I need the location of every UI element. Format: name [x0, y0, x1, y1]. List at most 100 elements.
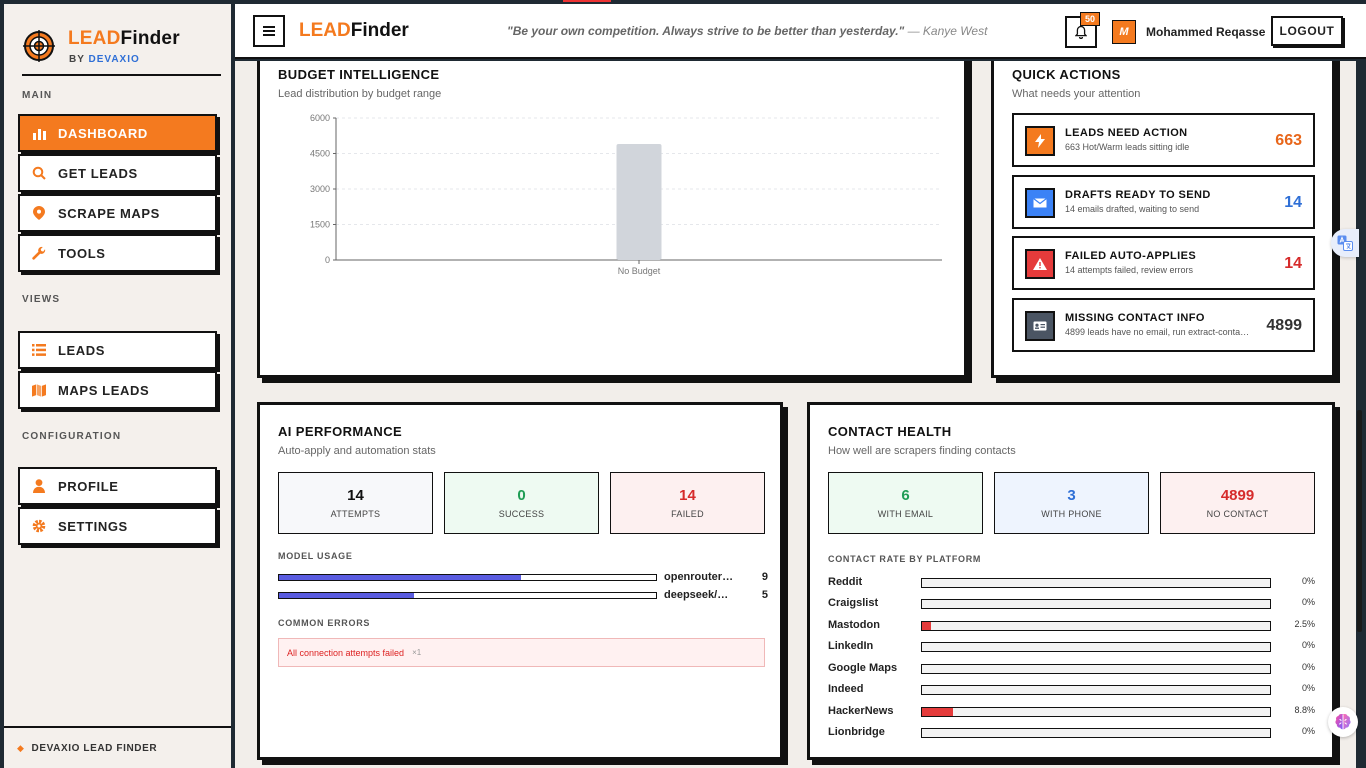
quick-action-desc: 14 emails drafted, waiting to send [1065, 204, 1200, 214]
quick-actions-card: QUICK ACTIONS What needs your attention … [991, 61, 1335, 378]
rate-pct: 0% [1301, 597, 1315, 607]
platform-name: HackerNews [828, 705, 894, 717]
sidebar-item-settings[interactable]: SETTINGS [18, 507, 217, 545]
user-name[interactable]: Mohammed Reqasse [1146, 25, 1265, 39]
error-item: All connection attempts failed ×1 [278, 638, 765, 667]
logout-button[interactable]: LOGOUT [1271, 16, 1343, 46]
contact-health-card: CONTACT HEALTH How well are scrapers fin… [807, 402, 1335, 760]
sidebar-item-dashboard[interactable]: DASHBOARD [18, 114, 217, 152]
quick-action-missing-contact[interactable]: MISSING CONTACT INFO 4899 leads have no … [1012, 298, 1315, 352]
map-icon [32, 383, 46, 397]
list-icon [32, 343, 46, 357]
platform-rate-row: Mastodon 2.5% [828, 618, 1315, 632]
brand-by: BY DEVAXIO [69, 54, 140, 65]
brand-name: LEADFinder [68, 28, 180, 49]
quick-action-leads-need-action[interactable]: LEADS NEED ACTION 663 Hot/Warm leads sit… [1012, 113, 1315, 167]
model-name: deepseek/… [664, 589, 729, 601]
ai-performance-card: AI PERFORMANCE Auto-apply and automation… [257, 402, 783, 760]
rate-bar [921, 707, 1271, 717]
sidebar-item-scrape-maps[interactable]: SCRAPE MAPS [18, 194, 217, 232]
rate-bar [921, 578, 1271, 588]
platform-rate-row: Lionbridge 0% [828, 725, 1315, 739]
quick-action-title: DRAFTS READY TO SEND [1065, 189, 1211, 201]
platform-name: Craigslist [828, 597, 879, 609]
translate-widget-button[interactable] [1331, 229, 1359, 257]
rate-bar [921, 664, 1271, 674]
sidebar-item-label: SETTINGS [58, 518, 128, 534]
main-content: BUDGET INTELLIGENCE Lead distribution by… [235, 61, 1356, 768]
platform-rate-row: Reddit 0% [828, 575, 1315, 589]
stat-success: 0 SUCCESS [444, 472, 599, 534]
sidebar-item-maps-leads[interactable]: MAPS LEADS [18, 371, 217, 409]
quick-action-drafts-ready[interactable]: DRAFTS READY TO SEND 14 emails drafted, … [1012, 175, 1315, 229]
sidebar-item-profile[interactable]: PROFILE [18, 467, 217, 505]
error-text: All connection attempts failed [287, 647, 405, 658]
stat-label: WITH PHONE [1041, 509, 1102, 519]
sidebar-item-label: GET LEADS [58, 165, 138, 181]
stat-with-phone: 3 WITH PHONE [994, 472, 1149, 534]
y-tick-label: 4500 [310, 149, 330, 159]
stat-no-contact: 4899 NO CONTACT [1160, 472, 1315, 534]
rate-pct: 8.8% [1294, 705, 1315, 715]
common-errors-label: COMMON ERRORS [278, 618, 371, 628]
top-logo[interactable]: LEADFinder [299, 20, 409, 42]
platform-name: Indeed [828, 683, 864, 695]
rate-pct: 0% [1301, 576, 1315, 586]
search-icon [32, 166, 46, 180]
card-subtitle: How well are scrapers finding contacts [828, 445, 1016, 457]
motivational-quote: "Be your own competition. Always strive … [507, 24, 988, 38]
quick-action-desc: 4899 leads have no email, run extract-co… [1065, 327, 1250, 337]
quick-action-title: MISSING CONTACT INFO [1065, 312, 1205, 324]
contact-card-icon [1025, 311, 1055, 341]
map-pin-icon [32, 206, 46, 220]
budget-chart: 0 1500 3000 4500 6000 No Budget [310, 113, 942, 276]
model-count: 9 [761, 571, 768, 583]
platform-rate-row: LinkedIn 0% [828, 639, 1315, 653]
error-count: ×1 [412, 648, 422, 657]
x-tick-label: No Budget [618, 266, 661, 276]
sidebar-item-get-leads[interactable]: GET LEADS [18, 154, 217, 192]
sidebar-item-label: LEADS [58, 342, 106, 358]
wrench-icon [32, 246, 46, 260]
stat-label: SUCCESS [498, 509, 545, 519]
platform-rate-row: Craigslist 0% [828, 596, 1315, 610]
stat-label: NO CONTACT [1206, 509, 1269, 519]
gear-icon [32, 519, 46, 533]
stat-with-email: 6 WITH EMAIL [828, 472, 983, 534]
rate-fill [922, 708, 953, 716]
usage-fill [279, 575, 522, 580]
rate-bar [921, 685, 1271, 695]
assistant-widget-button[interactable] [1328, 707, 1358, 737]
y-tick-label: 6000 [310, 113, 330, 123]
rate-bar [921, 599, 1271, 609]
quick-action-failed-auto-applies[interactable]: FAILED AUTO-APPLIES 14 attempts failed, … [1012, 236, 1315, 290]
platform-rate-row: Indeed 0% [828, 682, 1315, 696]
sidebar-item-label: SCRAPE MAPS [58, 205, 160, 221]
menu-toggle-button[interactable] [253, 15, 285, 47]
sidebar-item-label: MAPS LEADS [58, 382, 150, 398]
platform-rate-row: Google Maps 0% [828, 661, 1315, 675]
sidebar-item-leads[interactable]: LEADS [18, 331, 217, 369]
stat-value: 6 [901, 487, 910, 504]
brain-icon [1335, 713, 1351, 730]
quick-action-desc: 14 attempts failed, review errors [1065, 265, 1194, 275]
warning-icon [1025, 249, 1055, 279]
platform-name: Mastodon [828, 619, 880, 631]
stat-value: 3 [1067, 487, 1076, 504]
brand[interactable]: LEADFinder BY DEVAXIO [22, 26, 221, 76]
platform-name: Google Maps [828, 662, 898, 674]
bar [616, 144, 662, 260]
card-title: CONTACT HEALTH [828, 424, 952, 439]
usage-fill [279, 593, 414, 598]
avatar[interactable]: M [1112, 20, 1136, 44]
sidebar-item-label: PROFILE [58, 478, 119, 494]
section-label-configuration: CONFIGURATION [22, 431, 122, 442]
sidebar-item-tools[interactable]: TOOLS [18, 234, 217, 272]
top-accent-line [563, 0, 611, 2]
diamond-icon: ◆ [17, 742, 25, 753]
stat-value: 14 [347, 487, 364, 504]
quick-action-count: 14 [1284, 255, 1302, 272]
page-scrollbar[interactable] [1357, 410, 1362, 632]
footer-label: DEVAXIO LEAD FINDER [31, 742, 158, 754]
stat-label: FAILED [671, 509, 704, 519]
